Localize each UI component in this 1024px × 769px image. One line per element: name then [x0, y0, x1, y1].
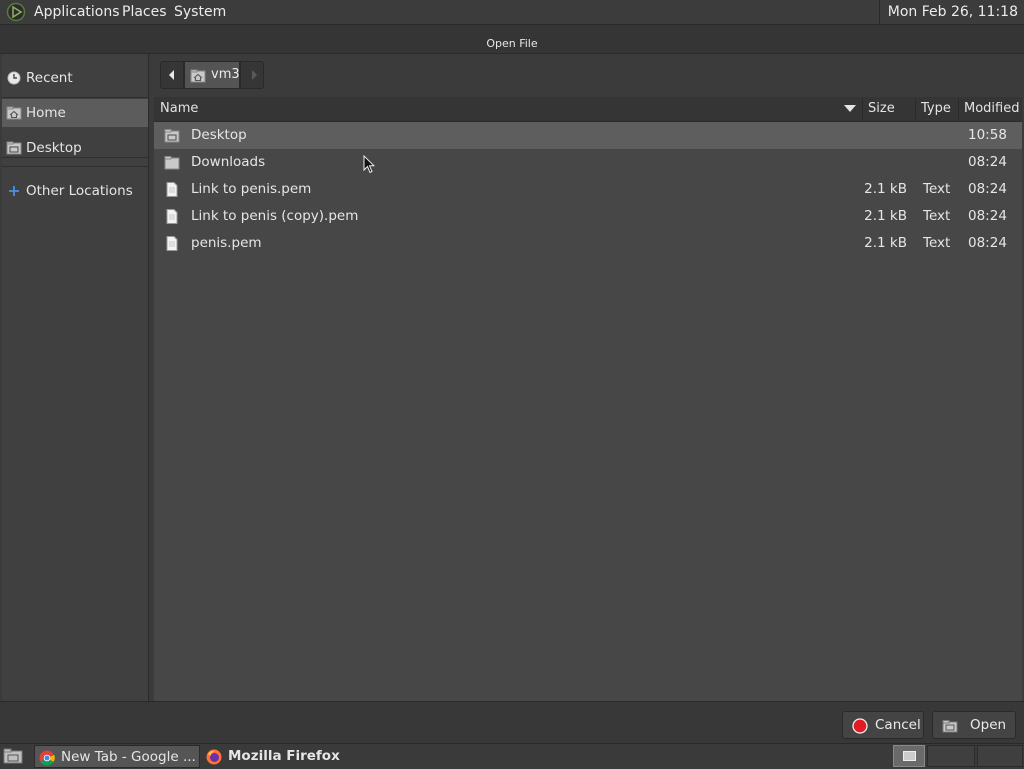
chevron-left-icon	[169, 70, 174, 80]
sort-down-icon[interactable]	[844, 105, 856, 113]
chevron-right-icon	[252, 70, 257, 80]
chrome-icon	[39, 750, 55, 766]
file-row-desktop[interactable]: Desktop 10:58	[154, 122, 1022, 149]
path-forward-button[interactable]	[240, 61, 264, 89]
file-modified: 08:24	[968, 235, 1007, 251]
text-file-icon	[166, 209, 178, 224]
show-desktop-icon[interactable]	[3, 748, 23, 764]
plus-icon	[9, 186, 19, 196]
column-divider	[862, 99, 863, 119]
mouse-cursor-icon	[363, 155, 375, 174]
menu-logo-icon[interactable]	[6, 2, 26, 22]
path-back-button[interactable]	[160, 61, 184, 89]
open-button[interactable]: Open	[932, 711, 1016, 739]
sidebar-item-desktop[interactable]: Desktop	[2, 134, 148, 162]
text-file-icon	[166, 236, 178, 251]
folder-icon	[164, 156, 180, 170]
places-sidebar: Recent Home Desktop Other Locations	[2, 54, 149, 701]
workspace-3[interactable]	[977, 745, 1023, 767]
desktop-folder-icon	[164, 129, 180, 143]
file-size: 2.1 kB	[864, 235, 907, 251]
sidebar-item-label: Recent	[26, 70, 73, 86]
task-label: Mozilla Firefox	[228, 748, 340, 764]
clock[interactable]: Mon Feb 26, 11:18	[878, 0, 1024, 24]
file-list: Name Size Type Modified Desktop 10:58 Do…	[154, 97, 1022, 701]
column-modified-header[interactable]: Modified	[964, 97, 1019, 121]
dialog-title: Open File	[486, 37, 538, 50]
taskbar: New Tab - Google ... Mozilla Firefox	[0, 743, 1024, 769]
sidebar-item-label: Home	[26, 105, 66, 121]
system-menu[interactable]: System	[174, 0, 226, 24]
sidebar-item-label: Other Locations	[26, 183, 133, 199]
applications-menu[interactable]: Applications	[34, 0, 120, 24]
file-size: 2.1 kB	[864, 181, 907, 197]
sidebar-divider	[2, 97, 148, 98]
file-row-downloads[interactable]: Downloads 08:24	[154, 149, 1022, 176]
sidebar-item-home[interactable]: Home	[2, 99, 148, 127]
home-icon	[6, 106, 22, 120]
dialog-titlebar[interactable]: Open File	[0, 25, 1024, 54]
home-icon	[190, 69, 206, 83]
path-crumb-label: vm3	[211, 67, 240, 82]
sidebar-divider	[2, 166, 148, 167]
file-row-penis-pem[interactable]: penis.pem 2.1 kB Text 08:24	[154, 230, 1022, 257]
column-header: Name Size Type Modified	[154, 97, 1022, 122]
file-modified: 08:24	[968, 181, 1007, 197]
file-name: Link to penis.pem	[191, 181, 312, 197]
sidebar-item-label: Desktop	[26, 140, 82, 156]
sidebar-item-other-locations[interactable]: Other Locations	[2, 177, 148, 205]
file-type: Text	[923, 181, 951, 197]
cancel-button[interactable]: Cancel	[842, 711, 924, 739]
column-size-header[interactable]: Size	[868, 97, 895, 121]
open-folder-icon	[942, 720, 958, 733]
file-row-link-to-penis-copy-pem[interactable]: Link to penis (copy).pem 2.1 kB Text 08:…	[154, 203, 1022, 230]
window-thumbnail-icon	[903, 751, 916, 761]
path-crumb-home[interactable]: vm3	[184, 61, 240, 89]
file-type: Text	[923, 235, 951, 251]
task-chrome[interactable]: New Tab - Google ...	[34, 745, 200, 768]
clock-icon	[7, 71, 21, 85]
cancel-icon	[852, 718, 868, 734]
task-firefox[interactable]: Mozilla Firefox	[202, 745, 362, 768]
file-type: Text	[923, 208, 951, 224]
firefox-icon	[206, 749, 222, 765]
text-file-icon	[166, 182, 178, 197]
column-divider	[958, 99, 959, 119]
file-modified: 08:24	[968, 154, 1007, 170]
file-name: penis.pem	[191, 235, 262, 251]
file-name: Downloads	[191, 154, 266, 170]
column-name-header[interactable]: Name	[160, 97, 198, 121]
workspace-1[interactable]	[893, 745, 925, 767]
column-divider	[915, 99, 916, 119]
top-panel: Applications Places System Mon Feb 26, 1…	[0, 0, 1024, 25]
file-size: 2.1 kB	[864, 208, 907, 224]
column-type-header[interactable]: Type	[921, 97, 951, 121]
places-menu[interactable]: Places	[122, 0, 167, 24]
task-label: New Tab - Google ...	[61, 749, 196, 765]
dialog-action-bar: Cancel Open	[0, 701, 1024, 744]
path-bar: vm3	[160, 61, 265, 89]
desktop-folder-icon	[6, 141, 22, 155]
file-modified: 10:58	[968, 127, 1007, 143]
sidebar-item-recent[interactable]: Recent	[2, 64, 148, 92]
open-button-label: Open	[970, 717, 1007, 733]
open-file-dialog: Open File Recent Home Desktop Other Loca…	[0, 25, 1024, 744]
file-name: Desktop	[191, 127, 247, 143]
file-modified: 08:24	[968, 208, 1007, 224]
file-name: Link to penis (copy).pem	[191, 208, 359, 224]
file-row-link-to-penis-pem[interactable]: Link to penis.pem 2.1 kB Text 08:24	[154, 176, 1022, 203]
workspace-2[interactable]	[927, 745, 975, 767]
cancel-button-label: Cancel	[875, 717, 921, 733]
